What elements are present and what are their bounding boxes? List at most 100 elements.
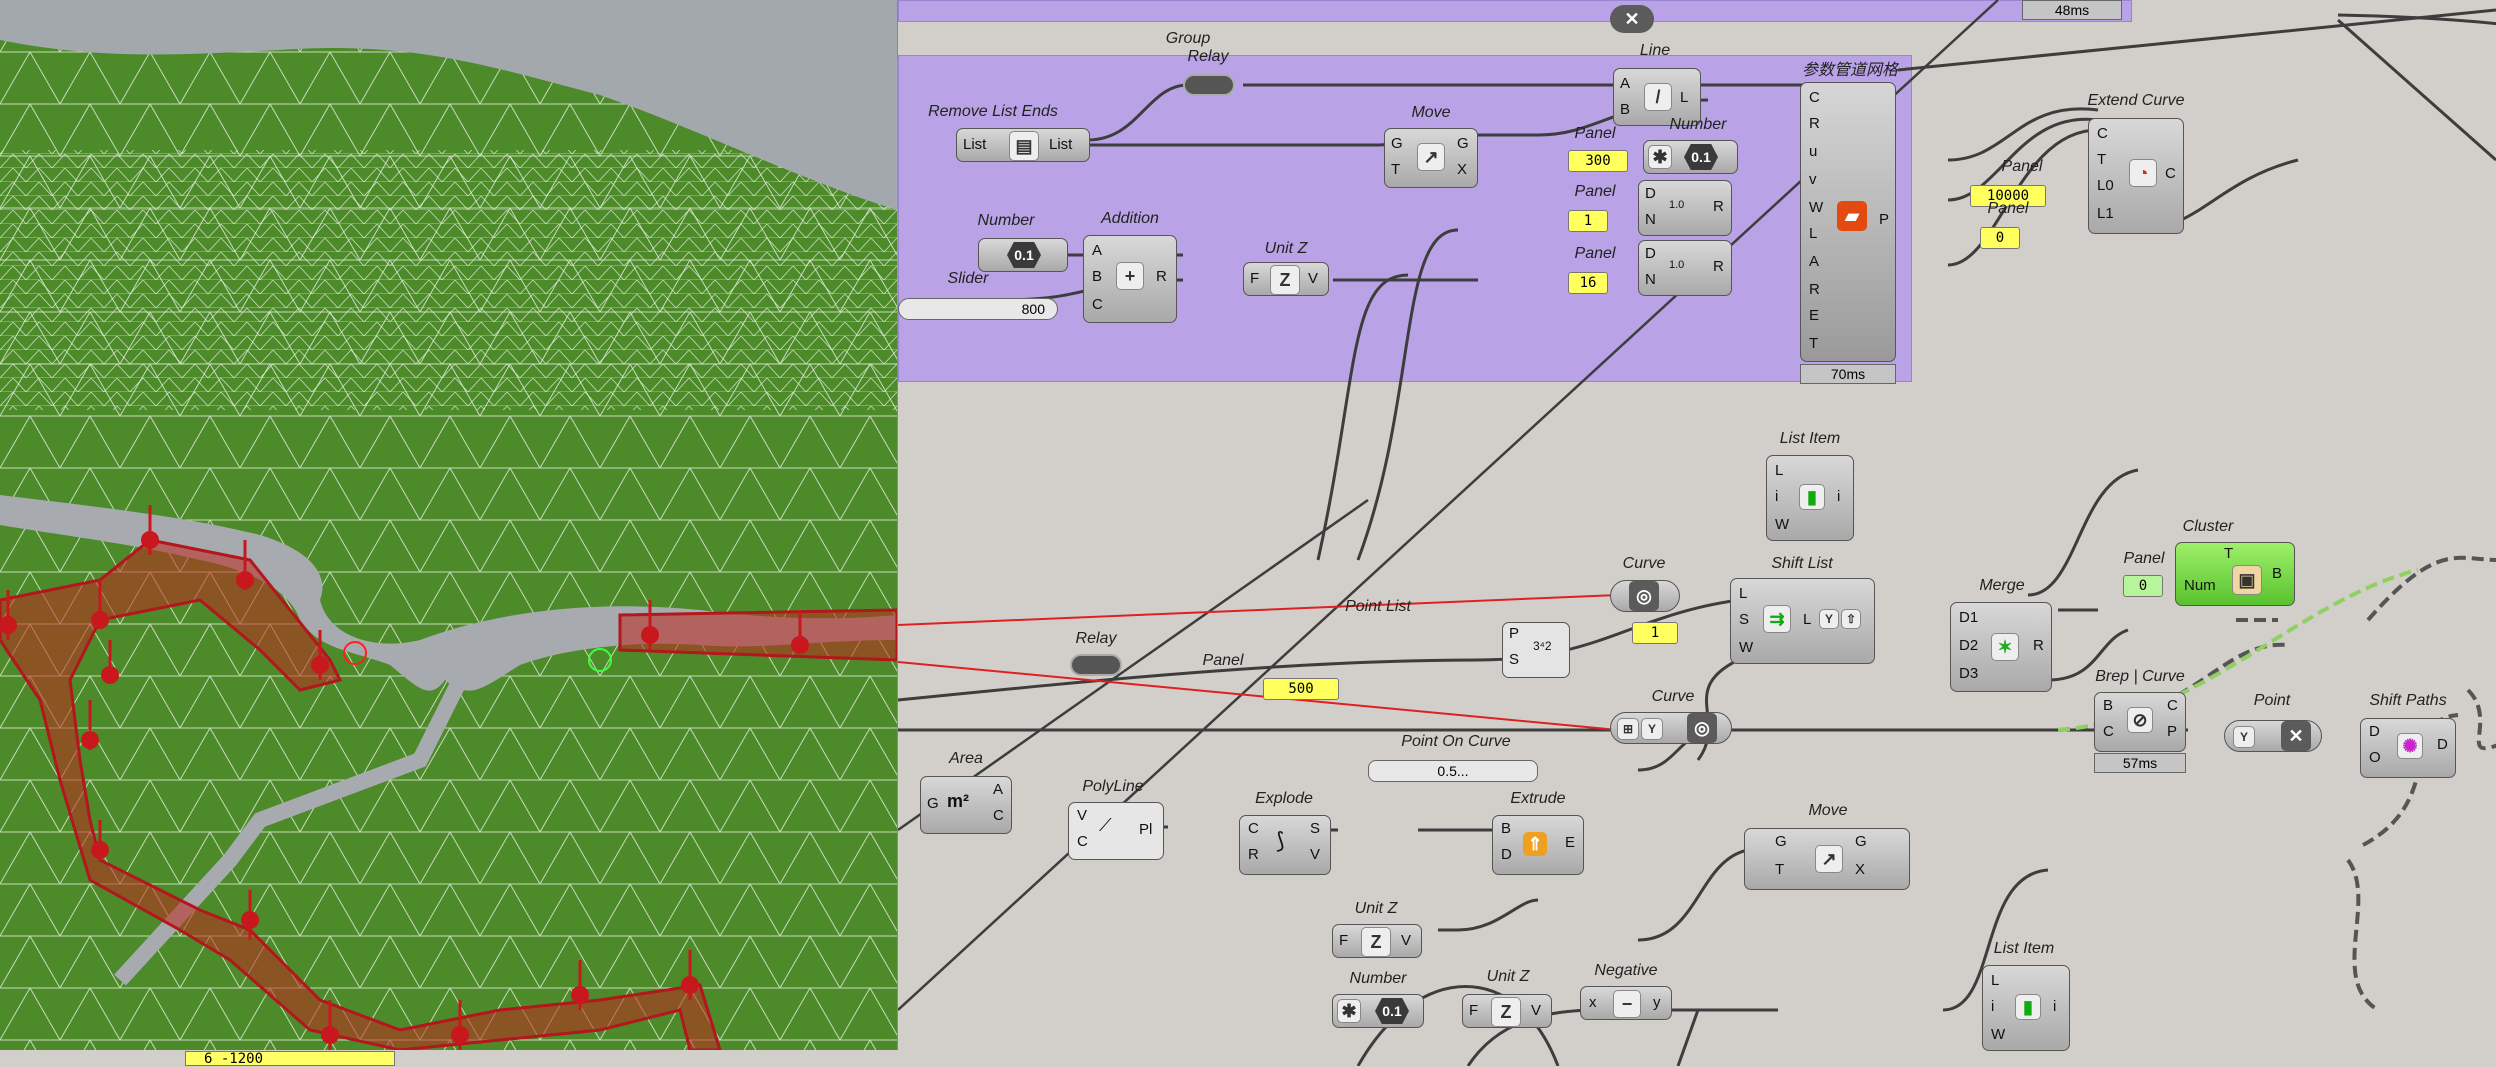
port-v[interactable]: v: [1809, 171, 1817, 188]
relay2-node[interactable]: [1070, 654, 1122, 676]
polyline-component[interactable]: V C ⟋ Pl: [1068, 802, 1164, 860]
port-r[interactable]: R: [1713, 258, 1724, 275]
port-c-out[interactable]: C: [2167, 697, 2178, 714]
move-bottom-component[interactable]: G T ↗ G X: [1744, 828, 1910, 890]
port-num[interactable]: Num: [2184, 577, 2216, 594]
number2-component[interactable]: ✱ 0.1: [1643, 140, 1738, 174]
point-on-curve-slider[interactable]: 0.5...: [1368, 760, 1538, 782]
port-c[interactable]: C: [2103, 723, 2114, 740]
port-i[interactable]: i: [1991, 998, 1994, 1015]
rhino-viewport[interactable]: [0, 0, 898, 1050]
port-o[interactable]: O: [2369, 749, 2381, 766]
port-b[interactable]: B: [1092, 268, 1102, 285]
port-i-out[interactable]: i: [1837, 488, 1840, 505]
port-e[interactable]: E: [1565, 834, 1575, 851]
port-l0[interactable]: L0: [2097, 177, 2114, 194]
port-c[interactable]: C: [1809, 89, 1820, 106]
port-l[interactable]: L: [1809, 225, 1817, 242]
port-r[interactable]: R: [2033, 637, 2044, 654]
number1-component[interactable]: 0.1: [978, 238, 1068, 272]
port-l-out[interactable]: L: [1803, 611, 1811, 628]
port-d[interactable]: D: [1645, 245, 1656, 262]
port-v[interactable]: V: [1308, 270, 1318, 287]
port-g[interactable]: G: [927, 795, 939, 812]
port-a[interactable]: A: [1620, 75, 1630, 92]
port-d2[interactable]: D2: [1959, 637, 1978, 654]
port-r[interactable]: R: [1809, 115, 1820, 132]
port-f[interactable]: F: [1250, 270, 1259, 287]
port-v[interactable]: V: [1401, 932, 1411, 949]
port-c[interactable]: C: [1077, 833, 1088, 850]
port-b[interactable]: B: [2272, 565, 2282, 582]
port-i-out[interactable]: i: [2053, 998, 2056, 1015]
port-t[interactable]: T: [2097, 151, 2106, 168]
port-list-out[interactable]: List: [1049, 136, 1072, 153]
port-v[interactable]: V: [1077, 807, 1087, 824]
graft-icon[interactable]: ⇧: [1841, 609, 1861, 629]
point-flatten-icon[interactable]: Y: [2233, 726, 2255, 748]
list-item1-component[interactable]: L i W ▮ i: [1766, 455, 1854, 541]
port-g-in[interactable]: G: [1775, 833, 1787, 850]
curve2-param-icon[interactable]: ⊞: [1617, 718, 1639, 740]
port-c[interactable]: C: [2097, 125, 2108, 142]
port-y[interactable]: y: [1653, 994, 1661, 1011]
port-v[interactable]: V: [1310, 846, 1320, 863]
port-p[interactable]: P: [1509, 625, 1519, 642]
port-w[interactable]: W: [1775, 516, 1789, 533]
point-component[interactable]: Y ✕: [2224, 720, 2322, 752]
port-n[interactable]: N: [1645, 211, 1656, 228]
port-l[interactable]: L: [1680, 89, 1688, 106]
remove-list-ends-component[interactable]: List ▤ List: [956, 128, 1090, 162]
number-slider[interactable]: 800: [898, 298, 1058, 320]
port-d[interactable]: D: [1501, 846, 1512, 863]
port-x[interactable]: X: [1457, 161, 1467, 178]
number3-component[interactable]: ✱ 0.1: [1332, 994, 1424, 1028]
port-l[interactable]: L: [1739, 585, 1747, 602]
curve1-component[interactable]: ◎: [1610, 580, 1680, 612]
flatten-icon[interactable]: Y: [1819, 609, 1839, 629]
list-item2-component[interactable]: L i W ▮ i: [1982, 965, 2070, 1051]
unit-z-mid-component[interactable]: F Z V: [1332, 924, 1422, 958]
port-s[interactable]: S: [1310, 820, 1320, 837]
port-d-out[interactable]: D: [2437, 736, 2448, 753]
close-node-icon[interactable]: ✕: [1610, 5, 1654, 33]
port-b[interactable]: B: [1620, 101, 1630, 118]
port-t[interactable]: T: [1809, 335, 1818, 352]
port-c[interactable]: C: [1248, 820, 1259, 837]
port-s[interactable]: S: [1739, 611, 1749, 628]
port-r[interactable]: R: [1248, 846, 1259, 863]
unit-z-top-component[interactable]: F Z V: [1243, 262, 1329, 296]
panel-500[interactable]: 500: [1263, 678, 1339, 700]
group-relay-node[interactable]: [1183, 74, 1235, 96]
port-n[interactable]: N: [1645, 271, 1656, 288]
port-g-in[interactable]: G: [1391, 135, 1403, 152]
panel-0[interactable]: 0: [1980, 227, 2020, 249]
addition-component[interactable]: A B C + R: [1083, 235, 1177, 323]
port-d1[interactable]: D1: [1959, 609, 1978, 626]
port-d[interactable]: D: [1645, 185, 1656, 202]
port-p[interactable]: P: [1879, 211, 1889, 228]
port-c[interactable]: C: [993, 807, 1004, 824]
port-r[interactable]: R: [1713, 198, 1724, 215]
unit-z-bottom-component[interactable]: F Z V: [1462, 994, 1552, 1028]
merge-component[interactable]: D1 D2 D3 ✶ R: [1950, 602, 2052, 692]
area-component[interactable]: G m² A C: [920, 776, 1012, 834]
move-top-component[interactable]: G T ↗ G X: [1384, 128, 1478, 188]
port-f[interactable]: F: [1469, 1002, 1478, 1019]
curve2-component[interactable]: ⊞ Y ◎: [1610, 712, 1732, 744]
port-a[interactable]: A: [993, 781, 1003, 798]
port-c[interactable]: C: [1092, 296, 1103, 313]
port-e[interactable]: E: [1809, 307, 1819, 324]
port-b[interactable]: B: [2103, 697, 2113, 714]
port-l[interactable]: L: [1991, 972, 1999, 989]
panel-300[interactable]: 300: [1568, 150, 1628, 172]
point-list-component[interactable]: P S 3⁴2: [1502, 622, 1570, 678]
extrude-component[interactable]: B D ⇑ E: [1492, 815, 1584, 875]
series-component-a[interactable]: D N 1.0 R: [1638, 180, 1732, 236]
port-list-in[interactable]: List: [963, 136, 986, 153]
port-d[interactable]: D: [2369, 723, 2380, 740]
port-pl[interactable]: Pl: [1139, 821, 1152, 838]
port-t[interactable]: T: [1391, 161, 1400, 178]
cluster-component[interactable]: T Num ▣ B: [2175, 542, 2295, 606]
port-w[interactable]: W: [1991, 1026, 2005, 1043]
